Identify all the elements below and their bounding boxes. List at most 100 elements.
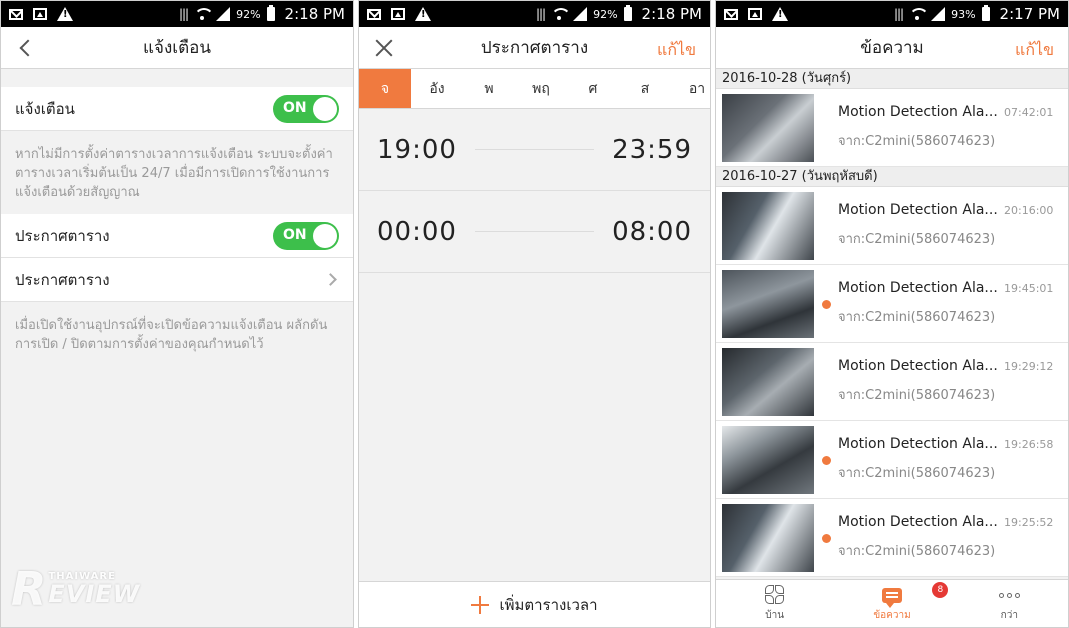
message-title: Motion Detection Ala... (838, 104, 998, 120)
warning-icon (57, 7, 73, 21)
battery-percent: 92% (236, 7, 261, 21)
schedule-note: เมื่อเปิดใช้งานอุปกรณ์ที่จะเปิดข้อความแจ… (15, 318, 328, 352)
message-time: 19:45:01 (1004, 282, 1054, 295)
camera-snapshot-thumbnail (722, 503, 814, 572)
alert-note: หากไม่มีการตั้งค่าตารางเวลาการแจ้งเตือน … (15, 147, 333, 200)
bottom-tab-bar: บ้าน 8 ข้อความ กว่า (716, 579, 1068, 627)
slot-start-time: 00:00 (377, 216, 457, 247)
message-source: จาก:C2mini(586074623) (838, 544, 996, 559)
clock: 2:18 PM (641, 5, 702, 23)
message-item[interactable]: Motion Detection Ala... 19:29:12 จาก:C2m… (716, 343, 1068, 421)
vibrate-icon: ||| (893, 7, 904, 21)
schedule-toggle[interactable]: ON (273, 221, 339, 250)
day-tab-thu[interactable]: พฤ (515, 69, 567, 108)
add-schedule-label: เพิ่มตารางเวลา (499, 595, 598, 614)
close-button[interactable] (371, 35, 397, 61)
image-icon (748, 8, 762, 20)
edit-button[interactable]: แก้ไข (1015, 38, 1054, 63)
toggle-text: ON (283, 99, 307, 116)
add-schedule-button[interactable]: เพิ่มตารางเวลา (359, 581, 710, 627)
status-bar: ||| 92% 2:18 PM (1, 1, 353, 27)
unread-dot-icon (822, 456, 831, 465)
watermark-letter: R (11, 562, 47, 616)
tab-home[interactable]: บ้าน (716, 580, 833, 627)
status-bar: ||| 92% 2:18 PM (359, 1, 710, 27)
message-time: 20:16:00 (1004, 204, 1054, 217)
image-icon (33, 8, 47, 20)
phone-screen-messages: ||| 93% 2:17 PM ข้อความ แก้ไข 2016-10-28… (715, 0, 1069, 628)
edit-button[interactable]: แก้ไข (657, 38, 696, 63)
message-source: จาก:C2mini(586074623) (838, 310, 996, 325)
clock: 2:17 PM (999, 5, 1060, 23)
warning-icon (772, 7, 788, 21)
alert-toggle[interactable]: ON (273, 94, 339, 123)
mail-icon (9, 8, 23, 20)
more-icon (998, 592, 1020, 598)
time-slot-row[interactable]: 19:00 23:59 (359, 109, 710, 191)
mail-icon (724, 8, 738, 20)
time-slot-row[interactable]: 00:00 08:00 (359, 191, 710, 273)
message-time: 19:25:52 (1004, 516, 1054, 529)
slot-start-time: 19:00 (377, 134, 457, 165)
day-tab-mon[interactable]: จ (359, 69, 411, 108)
wifi-icon (551, 8, 572, 20)
battery-percent: 92% (593, 7, 618, 21)
camera-snapshot-thumbnail (722, 425, 814, 494)
battery-icon (623, 5, 632, 21)
message-source: จาก:C2mini(586074623) (838, 466, 996, 481)
message-title: Motion Detection Ala... (838, 358, 998, 374)
message-title: Motion Detection Ala... (838, 280, 998, 296)
unread-dot-icon (822, 534, 831, 543)
nav-bar: แจ้งเตือน (1, 27, 353, 69)
tab-label: บ้าน (765, 610, 785, 621)
battery-icon (266, 5, 275, 21)
alert-label: แจ้งเตือน (15, 99, 75, 118)
back-button[interactable] (13, 35, 39, 61)
message-source: จาก:C2mini(586074623) (838, 388, 996, 403)
plus-icon (471, 595, 490, 614)
day-tab-sun[interactable]: อา (671, 69, 710, 108)
thaiware-review-watermark: R THAIWARE EVIEW (11, 566, 140, 612)
signal-icon (931, 7, 946, 21)
mail-icon (367, 8, 381, 20)
camera-snapshot-thumbnail (722, 191, 814, 260)
page-title: แจ้งเตือน (143, 38, 211, 58)
message-title: Motion Detection Ala... (838, 436, 998, 452)
clock: 2:18 PM (284, 5, 345, 23)
message-item[interactable]: Motion Detection Ala... 20:16:00 จาก:C2m… (716, 187, 1068, 265)
toggle-knob (313, 96, 337, 121)
message-item[interactable]: Motion Detection Ala... 07:42:01 จาก:C2m… (716, 89, 1068, 167)
day-tab-fri[interactable]: ศ (567, 69, 619, 108)
signal-icon (573, 7, 588, 21)
phone-screen-schedule: ||| 92% 2:18 PM ประกาศตาราง แก้ไข จ อัง … (358, 0, 711, 628)
status-bar: ||| 93% 2:17 PM (716, 1, 1068, 27)
vibrate-icon: ||| (535, 7, 546, 21)
tab-more[interactable]: กว่า (951, 580, 1068, 627)
slot-end-time: 08:00 (612, 216, 692, 247)
page-title: ข้อความ (860, 38, 924, 58)
message-item[interactable]: Motion Detection Ala... 19:26:58 จาก:C2m… (716, 421, 1068, 499)
battery-percent: 93% (951, 7, 976, 21)
day-tab-tue[interactable]: อัง (411, 69, 463, 108)
message-title: Motion Detection Ala... (838, 514, 998, 530)
tab-label: ข้อความ (873, 610, 911, 621)
message-title: Motion Detection Ala... (838, 202, 998, 218)
fan-icon (764, 585, 785, 605)
tab-messages[interactable]: 8 ข้อความ (833, 580, 950, 627)
phone-screen-notifications: ||| 92% 2:18 PM แจ้งเตือน แจ้งเตือน ON ห… (0, 0, 354, 628)
alert-row: แจ้งเตือน ON (1, 87, 353, 131)
wifi-icon (909, 8, 930, 20)
close-icon (374, 38, 394, 58)
signal-icon (216, 7, 231, 21)
chat-icon (881, 587, 902, 608)
schedule-toggle-row: ประกาศตาราง ON (1, 214, 353, 258)
date-header: 2016-10-28 (วันศุกร์) (716, 69, 1068, 89)
unread-dot-icon (822, 300, 831, 309)
day-tab-wed[interactable]: พ (463, 69, 515, 108)
divider (474, 231, 595, 232)
schedule-link-row[interactable]: ประกาศตาราง (1, 258, 353, 302)
message-item[interactable]: Motion Detection Ala... 19:45:01 จาก:C2m… (716, 265, 1068, 343)
divider (474, 149, 595, 150)
day-tab-sat[interactable]: ส (619, 69, 671, 108)
message-item[interactable]: Motion Detection Ala... 19:25:52 จาก:C2m… (716, 499, 1068, 577)
